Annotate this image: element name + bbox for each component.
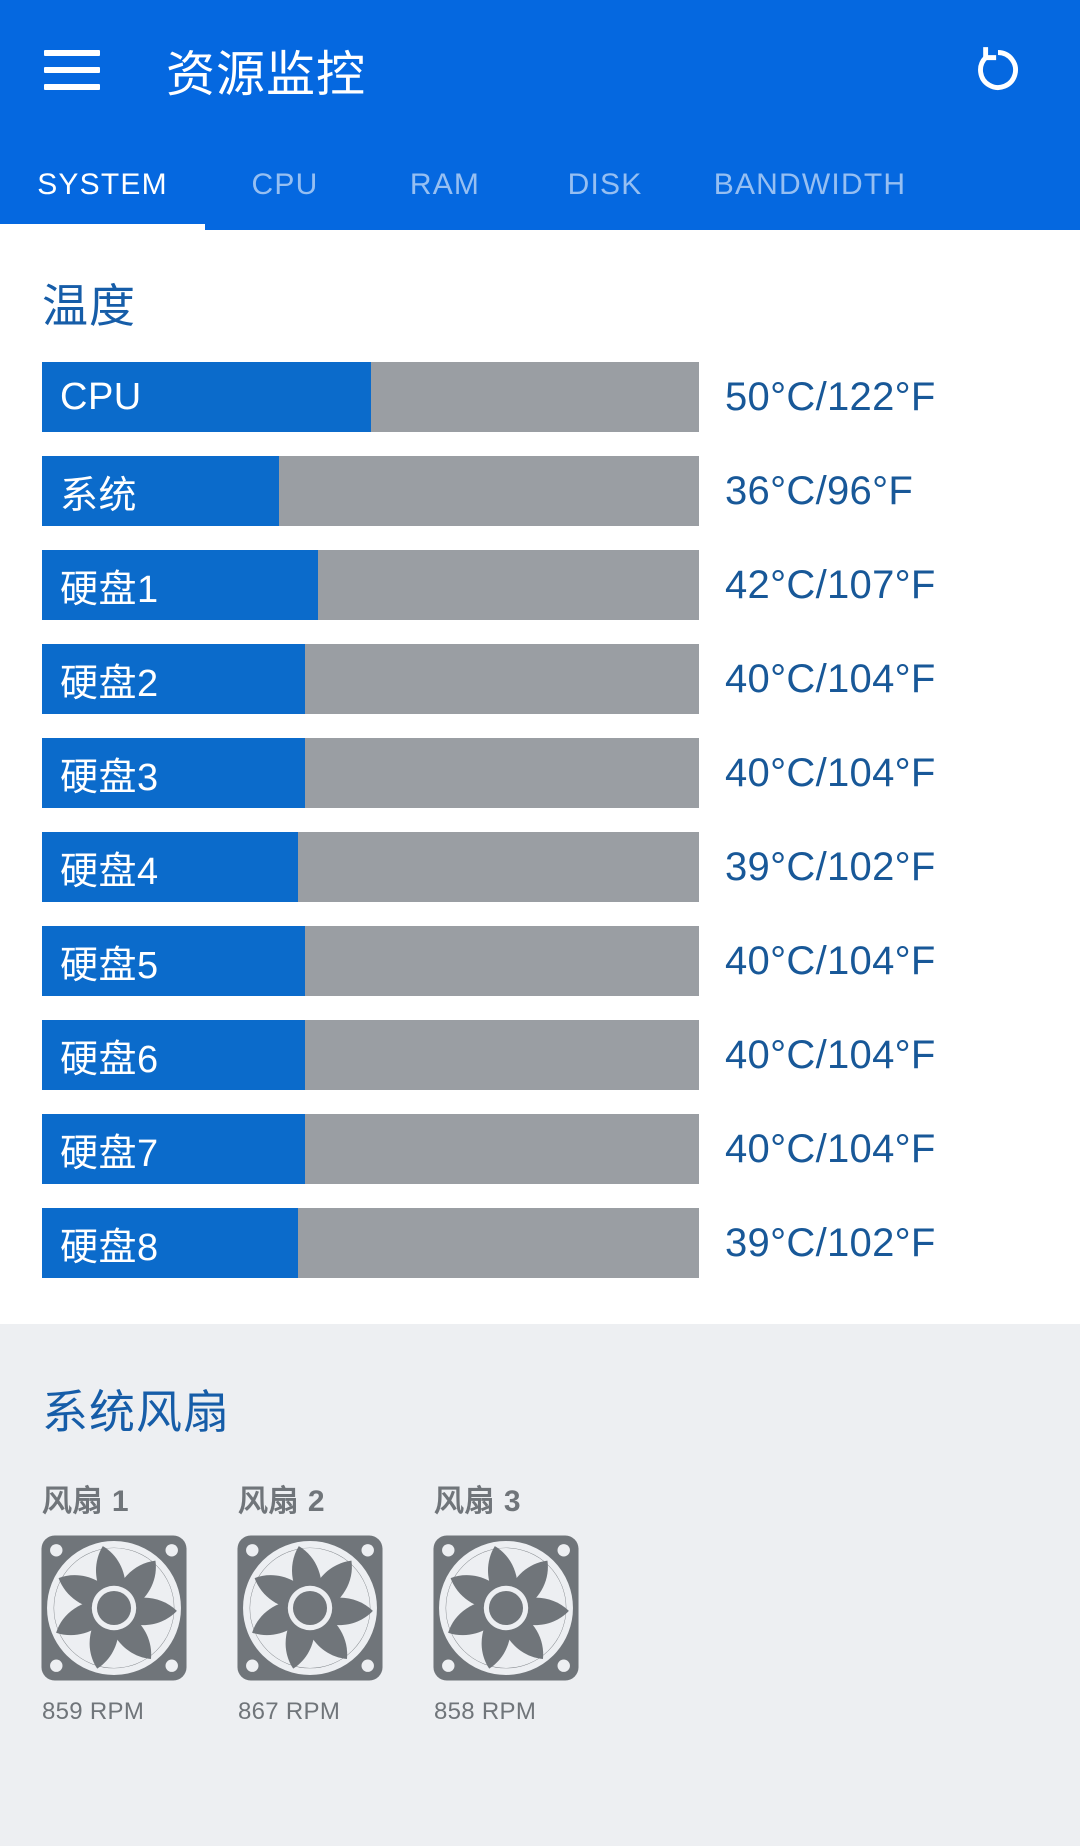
temperature-bar-label: 系统 <box>60 474 138 517</box>
hamburger-line <box>44 84 100 90</box>
fan-card: 风扇 1 859 RPM <box>40 1476 236 1726</box>
hamburger-line <box>44 50 100 56</box>
temperature-row: 硬盘4 39°C/102°F <box>0 820 1080 914</box>
tab-label: CPU <box>251 168 319 201</box>
temperature-bar-track: CPU <box>42 362 699 432</box>
temperature-value: 42°C/107°F <box>725 562 936 607</box>
temperature-value: 40°C/104°F <box>725 750 936 795</box>
temperature-row: 硬盘2 40°C/104°F <box>0 632 1080 726</box>
temperature-bar-label: 硬盘5 <box>60 944 159 987</box>
temperature-row: CPU 50°C/122°F <box>0 350 1080 444</box>
temperature-heading: 温度 <box>42 280 136 332</box>
temperature-value: 36°C/96°F <box>725 468 914 513</box>
temperature-row: 硬盘7 40°C/104°F <box>0 1102 1080 1196</box>
resource-monitor-app: 资源监控 SYSTEM CPU RAM DISK BANDWIDTH 温度 CP… <box>0 0 1080 1846</box>
temperature-bar-label: CPU <box>60 375 142 418</box>
fan-name: 风扇 3 <box>434 1485 522 1518</box>
fan-icon <box>237 1535 383 1681</box>
temperature-value: 40°C/104°F <box>725 656 936 701</box>
temperature-row: 系统 36°C/96°F <box>0 444 1080 538</box>
temperature-bar-label: 硬盘1 <box>60 568 159 611</box>
temperature-bar-track: 硬盘4 <box>42 832 699 902</box>
fan-name: 风扇 1 <box>42 1485 130 1518</box>
temperature-row: 硬盘1 42°C/107°F <box>0 538 1080 632</box>
tab-ram[interactable]: RAM <box>365 140 525 230</box>
temperature-value: 39°C/102°F <box>725 844 936 889</box>
temperature-list: CPU 50°C/122°F 系统 36°C/96°F 硬盘1 42°C/107°F 硬盘2… <box>0 350 1080 1290</box>
app-bar: 资源监控 <box>0 0 1080 140</box>
temperature-section: 温度 CPU 50°C/122°F 系统 36°C/96°F 硬盘1 42°C/107°F… <box>0 230 1080 1324</box>
tab-label: DISK <box>567 168 643 201</box>
fan-icon <box>41 1535 187 1681</box>
temperature-bar-label: 硬盘4 <box>60 850 159 893</box>
fan-rpm: 867 RPM <box>238 1698 341 1725</box>
tab-label: BANDWIDTH <box>713 168 907 201</box>
temperature-bar-track: 硬盘6 <box>42 1020 699 1090</box>
temperature-row: 硬盘5 40°C/104°F <box>0 914 1080 1008</box>
temperature-value: 39°C/102°F <box>725 1220 936 1265</box>
temperature-bar-track: 硬盘1 <box>42 550 699 620</box>
tab-system[interactable]: SYSTEM <box>0 140 205 230</box>
temperature-row: 硬盘8 39°C/102°F <box>0 1196 1080 1290</box>
temperature-bar-label: 硬盘6 <box>60 1038 159 1081</box>
temperature-row: 硬盘3 40°C/104°F <box>0 726 1080 820</box>
temperature-bar-label: 硬盘7 <box>60 1132 159 1175</box>
tab-label: RAM <box>409 168 481 201</box>
page-title: 资源监控 <box>166 47 367 102</box>
fan-card: 风扇 3 858 RPM <box>432 1476 628 1726</box>
temperature-bar-label: 硬盘2 <box>60 662 159 705</box>
tab-bandwidth[interactable]: BANDWIDTH <box>685 140 935 230</box>
fans-heading: 系统风扇 <box>42 1386 230 1438</box>
refresh-button[interactable] <box>960 32 1036 108</box>
temperature-value: 40°C/104°F <box>725 938 936 983</box>
fan-rpm: 858 RPM <box>434 1698 537 1725</box>
hamburger-line <box>44 67 100 73</box>
tab-label: SYSTEM <box>37 168 168 201</box>
temperature-bar-track: 硬盘2 <box>42 644 699 714</box>
tab-cpu[interactable]: CPU <box>205 140 365 230</box>
temperature-bar-track: 硬盘5 <box>42 926 699 996</box>
temperature-value: 50°C/122°F <box>725 374 936 419</box>
tab-disk[interactable]: DISK <box>525 140 685 230</box>
temperature-row: 硬盘6 40°C/104°F <box>0 1008 1080 1102</box>
temperature-value: 40°C/104°F <box>725 1032 936 1077</box>
fan-grid: 风扇 1 859 RPM 风扇 2 867 RPM 风扇 3 858 RPM <box>40 1476 1080 1726</box>
fan-rpm: 859 RPM <box>42 1698 145 1725</box>
temperature-bar-track: 硬盘7 <box>42 1114 699 1184</box>
temperature-value: 40°C/104°F <box>725 1126 936 1171</box>
temperature-bar-track: 系统 <box>42 456 699 526</box>
hamburger-menu-icon[interactable] <box>44 40 104 100</box>
temperature-bar-label: 硬盘3 <box>60 756 159 799</box>
temperature-bar-track: 硬盘8 <box>42 1208 699 1278</box>
fans-section: 系统风扇 风扇 1 859 RPM 风扇 2 867 RPM 风扇 3 858 RPM <box>0 1324 1080 1846</box>
tab-bar: SYSTEM CPU RAM DISK BANDWIDTH <box>0 140 1080 230</box>
refresh-icon <box>978 47 1018 90</box>
fan-icon <box>433 1535 579 1681</box>
fan-card: 风扇 2 867 RPM <box>236 1476 432 1726</box>
temperature-bar-label: 硬盘8 <box>60 1226 159 1269</box>
temperature-bar-track: 硬盘3 <box>42 738 699 808</box>
fan-name: 风扇 2 <box>238 1485 326 1518</box>
